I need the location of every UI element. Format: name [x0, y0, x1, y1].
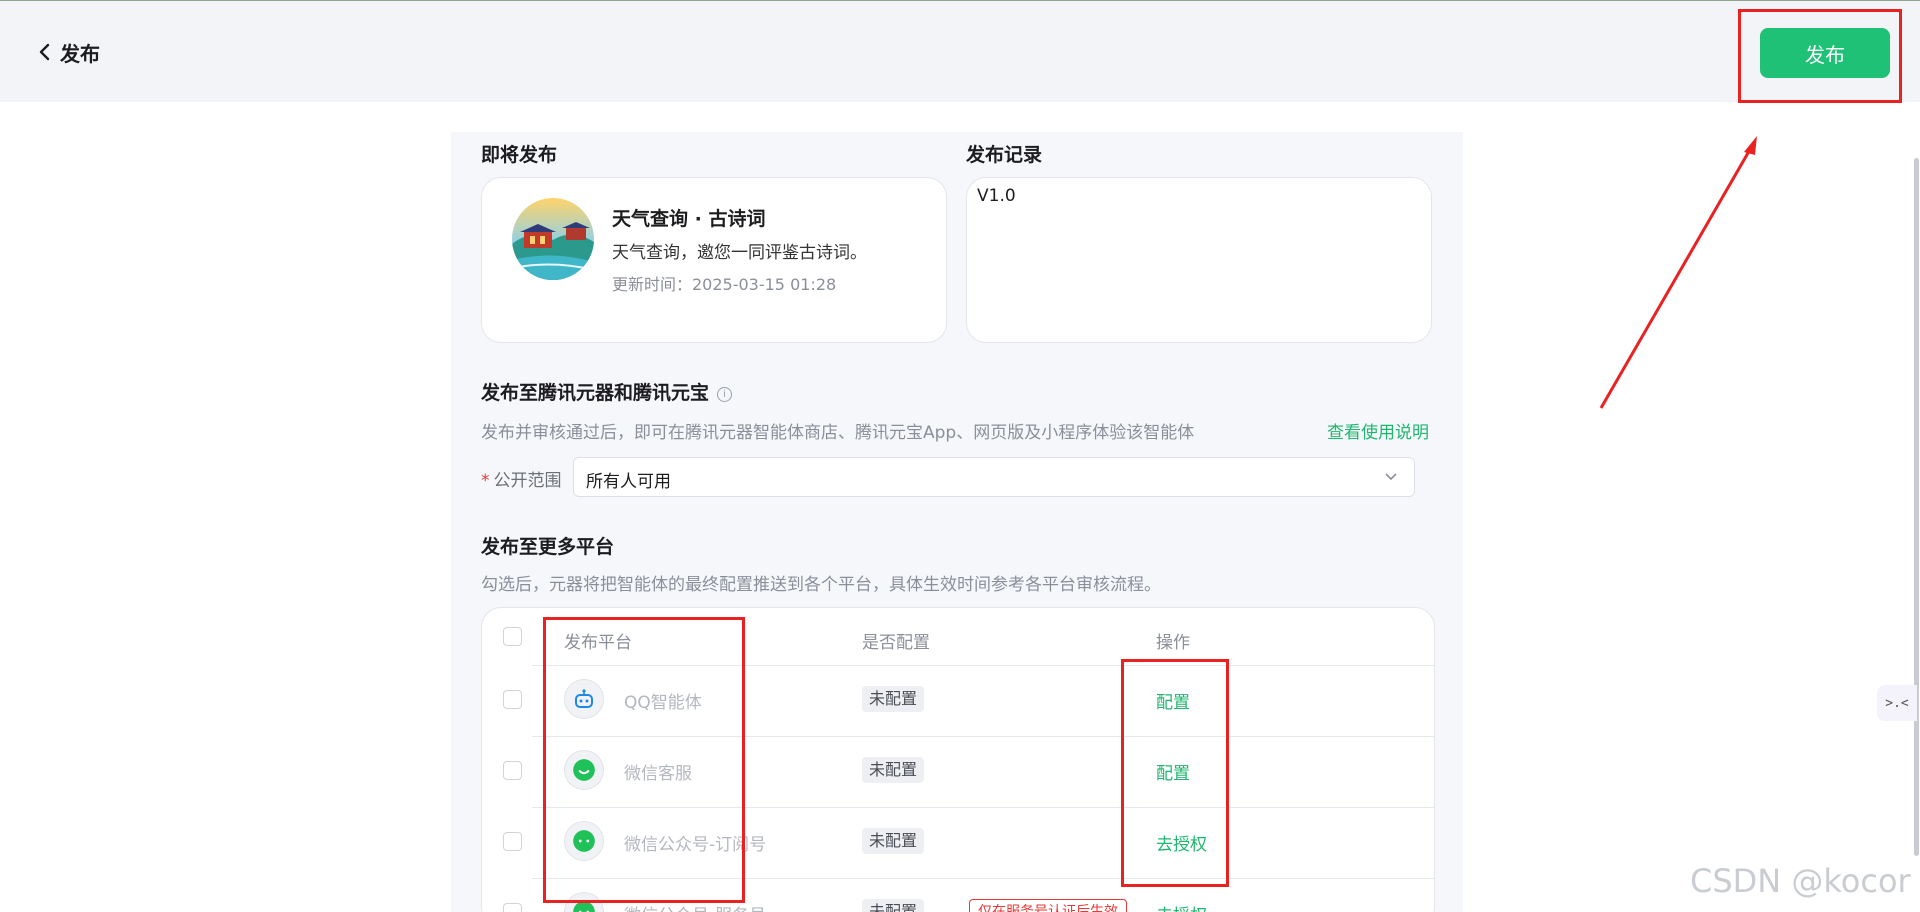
col-action: 操作 [1156, 633, 1190, 653]
info-icon[interactable]: i [717, 387, 733, 402]
row-checkbox[interactable] [503, 832, 522, 851]
highlight-platform-column [543, 617, 745, 903]
required-mark: * [481, 471, 490, 491]
row-checkbox[interactable] [503, 690, 522, 709]
more-description: 勾选后，元器将把智能体的最终配置推送到各个平台，具体生效时间参考各平台审核流程。 [481, 575, 1161, 595]
authorize-service-link[interactable]: 去授权 [1156, 901, 1207, 912]
select-all-checkbox[interactable] [503, 627, 522, 646]
chevron-down-icon [1385, 473, 1397, 481]
agent-card: 天气查询 · 古诗词 天气查询，邀您一同评鉴古诗词。 更新时间：2025-03-… [481, 177, 947, 343]
row-checkbox[interactable] [503, 903, 522, 912]
agent-update-time: 更新时间：2025-03-15 01:28 [612, 275, 837, 294]
scope-select-value: 所有人可用 [586, 472, 671, 492]
highlight-action-column [1121, 659, 1229, 887]
config-status-badge: 未配置 [862, 686, 925, 712]
page-header: 发布 发布 [0, 1, 1920, 102]
history-title: 发布记录 [966, 144, 1043, 166]
publish-panel: 即将发布 发布记录 天气查询 · 古诗词 天气查询，邀您一同评鉴古诗词。 更新时… [451, 132, 1463, 912]
history-card: V1.0 [966, 177, 1432, 343]
agent-avatar [512, 198, 594, 280]
config-status-badge: 未配置 [862, 757, 925, 783]
scope-select[interactable]: 所有人可用 [573, 457, 1415, 497]
upcoming-title: 即将发布 [481, 144, 558, 166]
config-status-badge: 未配置 [862, 828, 925, 854]
agent-description: 天气查询，邀您一同评鉴古诗词。 [612, 243, 867, 263]
service-note-badge: 仅在服务号认证后生效 [969, 899, 1127, 912]
more-title: 发布至更多平台 [481, 536, 615, 558]
yuanqi-description: 发布并审核通过后，即可在腾讯元器智能体商店、腾讯元宝App、网页版及小程序体验该… [481, 423, 1195, 443]
watermark: CSDN @kocor [1690, 862, 1911, 900]
col-configured: 是否配置 [862, 633, 930, 653]
page-scrollbar[interactable] [1914, 158, 1919, 856]
scope-label: * 公开范围 [481, 466, 562, 491]
back-button[interactable]: 发布 [38, 37, 100, 67]
config-status-badge: 未配置 [862, 899, 925, 912]
history-version[interactable]: V1.0 [977, 186, 1016, 206]
agent-name: 天气查询 · 古诗词 [612, 208, 766, 230]
chevron-left-icon [39, 43, 50, 61]
assistant-float-button[interactable]: >.< [1877, 685, 1917, 721]
yuanqi-title-row: 发布至腾讯元器和腾讯元宝 i [481, 378, 733, 405]
row-checkbox[interactable] [503, 761, 522, 780]
back-label: 发布 [60, 41, 100, 66]
help-link[interactable]: 查看使用说明 [1327, 418, 1429, 443]
scope-label-text: 公开范围 [493, 471, 562, 491]
highlight-publish-button [1738, 9, 1902, 103]
yuanqi-title: 发布至腾讯元器和腾讯元宝 [481, 382, 710, 404]
